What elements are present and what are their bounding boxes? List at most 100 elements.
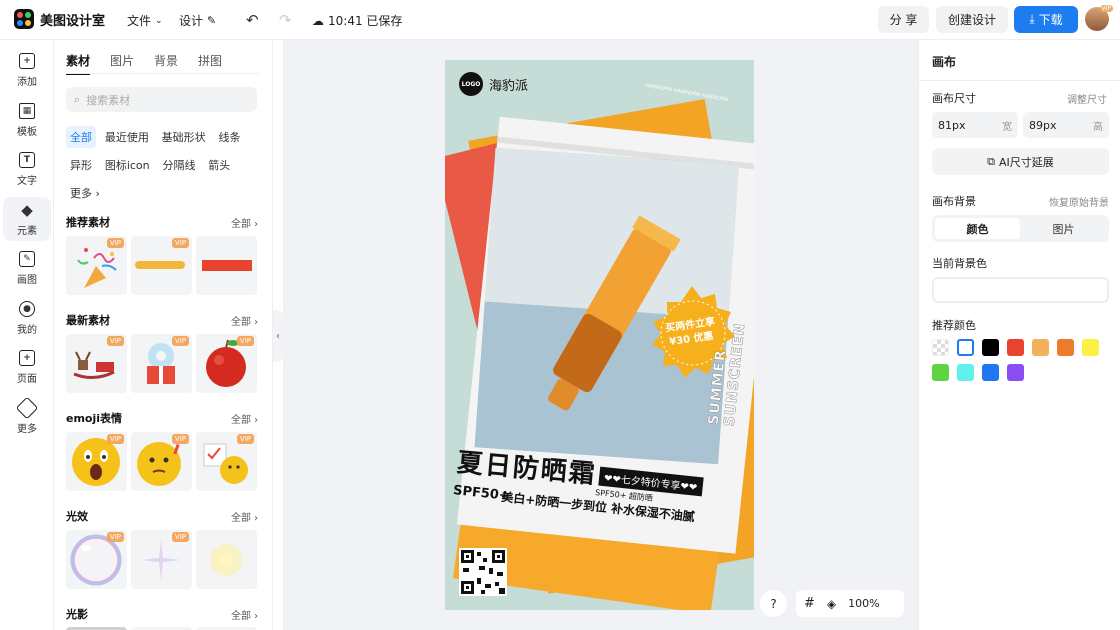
poster-logo[interactable]: LOGO [459,72,483,96]
height-value: 89px [1029,118,1057,132]
asset-thumb[interactable]: VIP [131,334,192,393]
rail-elements[interactable]: ◆ 元素 [3,197,51,241]
asset-thumb[interactable] [196,236,257,295]
poster-canvas[interactable]: LOGO 海豹派 买两件立享 ¥30 优惠 SUMMER SUNSCREEN H… [445,60,754,610]
color-swatch[interactable] [1082,339,1099,356]
page-add-icon: + [19,349,35,366]
vip-badge: VIP [106,238,124,248]
app-logo[interactable]: 美图设计室 [14,9,105,29]
section-all-link[interactable]: 全部 › [231,607,258,622]
color-swatch[interactable] [932,339,949,356]
avatar[interactable]: VIP [1085,5,1113,31]
width-unit: 宽 [1002,121,1012,133]
asset-thumb[interactable]: VIP [131,530,192,589]
color-swatch[interactable] [982,339,999,356]
vip-badge: VIP [171,336,189,346]
color-swatch[interactable] [932,364,949,381]
undo-icon[interactable]: ↶ [246,11,259,29]
asset-thumb[interactable] [196,530,257,589]
design-menu[interactable]: 设计 ✎ [179,12,216,29]
create-design-button[interactable]: 创建设计 [936,6,1008,33]
red-bar-image [202,260,252,271]
color-swatch[interactable] [1057,339,1074,356]
all-label: 全部 [231,513,251,524]
asset-thumb[interactable]: VIP [66,236,127,295]
search-input[interactable]: ⌕ 搜索素材 [66,87,257,112]
asset-thumb[interactable]: VIP [131,236,192,295]
chip-arrows[interactable]: 箭头 [204,154,234,176]
search-placeholder: 搜索素材 [86,93,131,107]
adjust-size-link[interactable]: 调整尺寸 [1067,91,1107,106]
rail-add[interactable]: + 添加 [3,48,51,92]
color-swatch[interactable] [1007,364,1024,381]
section-all-link[interactable]: 全部 › [231,215,258,230]
grid-icon[interactable]: # [804,596,815,611]
left-rail: + 添加 ▦ 模板 T 文字 ◆ 元素 ✎ 画图 ● 我的 + 页面 更多 [0,40,54,630]
asset-thumb[interactable]: VIP [131,432,192,491]
download-label: 下载 [1038,13,1063,27]
save-status-text: 10:41 已保存 [328,14,403,28]
user-icon: ● [19,300,35,317]
rail-draw[interactable]: ✎ 画图 [3,246,51,290]
shapes-icon: ◆ [21,200,33,219]
width-field[interactable]: 81px 宽 [932,112,1018,138]
rail-mine[interactable]: ● 我的 [3,296,51,340]
chip-more[interactable]: 更多 › [66,182,104,204]
asset-thumb[interactable]: VIP [196,432,257,491]
qr-code-image[interactable] [459,548,507,596]
tab-images[interactable]: 图片 [110,52,134,75]
height-field[interactable]: 89px 高 [1023,112,1109,138]
chip-basic-shapes[interactable]: 基础形状 [158,126,210,148]
share-button[interactable]: 分 享 [878,6,929,33]
rail-more[interactable]: 更多 [3,395,51,439]
chip-irregular[interactable]: 异形 [66,154,96,176]
chip-icons[interactable]: 图标icon [101,154,154,176]
asset-thumb[interactable]: VIP [66,334,127,393]
color-swatch[interactable] [1007,339,1024,356]
download-button[interactable]: ⤓ 下载 [1014,6,1078,33]
current-bg-field[interactable] [932,277,1109,303]
poster-brand[interactable]: 海豹派 [489,75,528,94]
recommended-colors-label: 推荐颜色 [932,319,976,332]
color-swatch[interactable] [957,364,974,381]
section-all-link[interactable]: 全部 › [231,411,258,426]
rail-template[interactable]: ▦ 模板 [3,98,51,142]
collapse-panel-button[interactable]: ‹ [273,310,283,362]
layers-icon[interactable]: ◈ [827,597,836,611]
assets-panel: 素材 图片 背景 拼图 ⌕ 搜索素材 全部 最近使用 基础形状 线条 异形 图标… [54,40,273,630]
tab-backgrounds[interactable]: 背景 [154,52,178,75]
file-menu-label: 文件 [127,14,152,28]
rail-pages[interactable]: + 页面 [3,345,51,389]
design-menu-label: 设计 [179,14,204,28]
rail-label: 文字 [17,175,37,187]
help-button[interactable]: ? [760,590,787,617]
section-all-link[interactable]: 全部 › [231,509,258,524]
file-menu[interactable]: 文件 ⌄ [127,12,163,29]
asset-thumb[interactable]: VIP [196,334,257,393]
zoom-level[interactable]: 100% [848,597,879,610]
save-status: ☁ 10:41 已保存 [312,12,402,29]
section-all-link[interactable]: 全部 › [231,313,258,328]
chip-lines[interactable]: 线条 [214,126,244,148]
tab-materials[interactable]: 素材 [66,52,91,75]
ai-extend-button[interactable]: ⧉ AI尺寸延展 [932,148,1109,175]
asset-thumb[interactable]: VIP [66,432,127,491]
color-swatch[interactable] [957,339,974,356]
chip-dividers[interactable]: 分隔线 [158,154,199,176]
width-value: 81px [938,118,966,132]
canvas-bg-label: 画布背景 [932,195,976,208]
color-swatch[interactable] [982,364,999,381]
asset-thumb[interactable]: VIP [66,530,127,589]
section-title: 光影 [66,608,88,621]
tab-collage[interactable]: 拼图 [198,52,222,75]
chip-recent[interactable]: 最近使用 [101,126,153,148]
bg-mode-color[interactable]: 颜色 [935,218,1020,239]
rail-label: 模板 [17,126,37,138]
color-swatch[interactable] [1032,339,1049,356]
restore-bg-link[interactable]: 恢复原始背景 [1049,194,1109,209]
rail-text[interactable]: T 文字 [3,147,51,191]
chip-all[interactable]: 全部 [66,126,96,148]
canvas-size-label: 画布尺寸 [932,92,976,105]
bg-mode-image[interactable]: 图片 [1021,218,1106,239]
redo-icon[interactable]: ↷ [279,11,292,29]
